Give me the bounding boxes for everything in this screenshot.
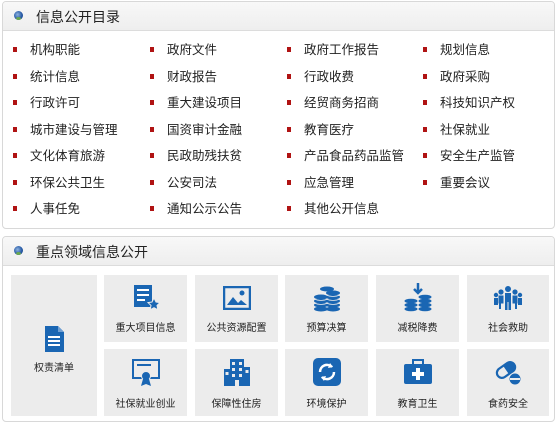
catalog-title: 信息公开目录 — [36, 10, 120, 26]
catalog-item[interactable]: 行政收费 — [287, 69, 354, 85]
catalog-item[interactable]: 产品食品药品监管 — [287, 148, 404, 164]
picture-icon — [222, 285, 251, 314]
catalog-item[interactable]: 科技知识产权 — [423, 95, 515, 111]
catalog-item[interactable]: 统计信息 — [13, 69, 80, 85]
certificate-icon — [131, 359, 160, 391]
catalog-item[interactable]: 经贸商务招商 — [287, 95, 379, 111]
tile-label: 公共资源配置 — [206, 323, 267, 334]
catalog-item[interactable]: 公安司法 — [150, 175, 217, 191]
catalog-item[interactable]: 民政助残扶贫 — [150, 148, 242, 164]
tile-power-list[interactable]: 权责清单 — [11, 275, 97, 416]
tile-label: 社保就业创业 — [115, 399, 176, 410]
pill-icon — [494, 358, 522, 390]
globe-bullet-icon — [14, 11, 23, 20]
tile-budget[interactable]: 预算决算 — [285, 275, 368, 342]
tile-housing[interactable]: 保障性住房 — [195, 349, 278, 416]
catalog-item[interactable]: 重大建设项目 — [150, 95, 242, 111]
tile-label: 环境保护 — [306, 399, 347, 410]
catalog-item[interactable]: 文化体育旅游 — [13, 148, 105, 164]
catalog-item[interactable]: 应急管理 — [287, 175, 354, 191]
tile-label: 权责清单 — [34, 363, 74, 374]
catalog-item[interactable]: 机构职能 — [13, 42, 80, 58]
tile-label: 预算决算 — [306, 323, 347, 334]
coins-icon — [312, 284, 342, 316]
focus-header: 重点领域信息公开 — [3, 237, 554, 266]
tile-major-projects[interactable]: 重大项目信息 — [104, 275, 187, 342]
recycle-icon — [312, 358, 341, 390]
tile-tax-reduction[interactable]: 减税降费 — [376, 275, 459, 342]
catalog-item[interactable]: 人事任免 — [13, 201, 80, 217]
tile-employment[interactable]: 社保就业创业 — [104, 349, 187, 416]
catalog-header: 信息公开目录 — [3, 2, 554, 31]
catalog-item[interactable]: 教育医疗 — [287, 122, 354, 138]
tile-public-resources[interactable]: 公共资源配置 — [195, 275, 278, 342]
tile-environment[interactable]: 环境保护 — [285, 349, 368, 416]
focus-panel: 重点领域信息公开 权责清单 重大项目信息 公共资源配置 预算决算 减税降费 社会… — [2, 236, 555, 422]
catalog-item[interactable]: 政府文件 — [150, 42, 217, 58]
catalog-item[interactable]: 社保就业 — [423, 122, 490, 138]
catalog-item[interactable]: 政府工作报告 — [287, 42, 379, 58]
catalog-item[interactable]: 安全生产监管 — [423, 148, 515, 164]
tile-label: 重大项目信息 — [115, 323, 176, 334]
tile-label: 教育卫生 — [397, 399, 438, 410]
focus-title: 重点领域信息公开 — [36, 245, 148, 261]
catalog-item[interactable]: 国资审计金融 — [150, 122, 242, 138]
building-icon — [223, 357, 251, 391]
catalog-item[interactable]: 其他公开信息 — [287, 201, 379, 217]
catalog-item[interactable]: 规划信息 — [423, 42, 490, 58]
catalog-item[interactable]: 行政许可 — [13, 95, 80, 111]
catalog-item[interactable]: 城市建设与管理 — [13, 122, 118, 138]
tile-label: 减税降费 — [397, 323, 438, 334]
tile-social-assistance[interactable]: 社会救助 — [467, 275, 549, 342]
tile-label: 社会救助 — [488, 323, 528, 334]
medical-kit-icon — [403, 359, 433, 389]
catalog-item[interactable]: 环保公共卫生 — [13, 175, 105, 191]
catalog-item[interactable]: 财政报告 — [150, 69, 217, 85]
catalog-panel: 信息公开目录 机构职能 政府文件 政府工作报告 规划信息统计信息 财政报告 行政收费 政府采… — [2, 1, 555, 229]
globe-bullet-icon — [14, 246, 23, 255]
coins-down-icon — [403, 282, 433, 316]
tile-label: 保障性住房 — [211, 399, 262, 410]
list-star-icon — [131, 284, 161, 316]
tile-education-health[interactable]: 教育卫生 — [376, 349, 459, 416]
people-icon — [493, 285, 523, 315]
document-icon — [43, 325, 65, 357]
catalog-item[interactable]: 政府采购 — [423, 69, 490, 85]
tile-food-drug-safety[interactable]: 食药安全 — [467, 349, 549, 416]
tile-label: 食药安全 — [488, 399, 528, 410]
catalog-item[interactable]: 通知公示公告 — [150, 201, 242, 217]
catalog-item[interactable]: 重要会议 — [423, 175, 490, 191]
